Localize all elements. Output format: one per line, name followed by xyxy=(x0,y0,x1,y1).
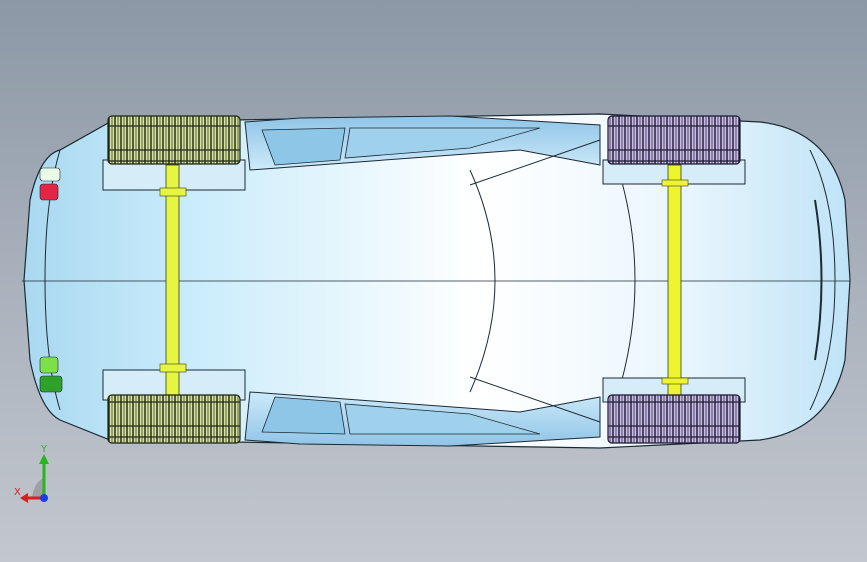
front-axle-mount-bottom xyxy=(661,377,689,385)
y-axis-label: Y xyxy=(40,444,48,455)
rear-left-tire xyxy=(107,115,241,165)
tail-light-lower-darkgreen xyxy=(39,375,63,393)
z-axis-dot xyxy=(40,494,48,502)
car-model-top-view[interactable] xyxy=(0,0,867,562)
rear-axle-mount-bottom xyxy=(159,363,187,373)
upper-window-pane xyxy=(261,127,346,166)
front-left-tire xyxy=(607,115,741,165)
front-right-tire xyxy=(607,394,741,444)
front-axle-mount-top xyxy=(661,179,689,187)
lower-window-pane xyxy=(261,396,346,435)
tail-light-lower-green xyxy=(39,356,59,374)
tail-light-upper-red xyxy=(39,183,59,201)
cad-viewport[interactable]: Y X xyxy=(0,0,867,562)
x-axis-arrowhead xyxy=(20,493,28,503)
tail-light-upper-white xyxy=(39,167,61,182)
rear-axle-mount-top xyxy=(159,187,187,197)
x-axis-label: X xyxy=(14,487,21,498)
y-axis-arrowhead xyxy=(39,454,49,464)
rear-axle xyxy=(165,164,180,396)
rear-right-tire xyxy=(107,394,241,444)
front-axle xyxy=(667,164,682,396)
axis-triad: Y X xyxy=(14,444,49,503)
